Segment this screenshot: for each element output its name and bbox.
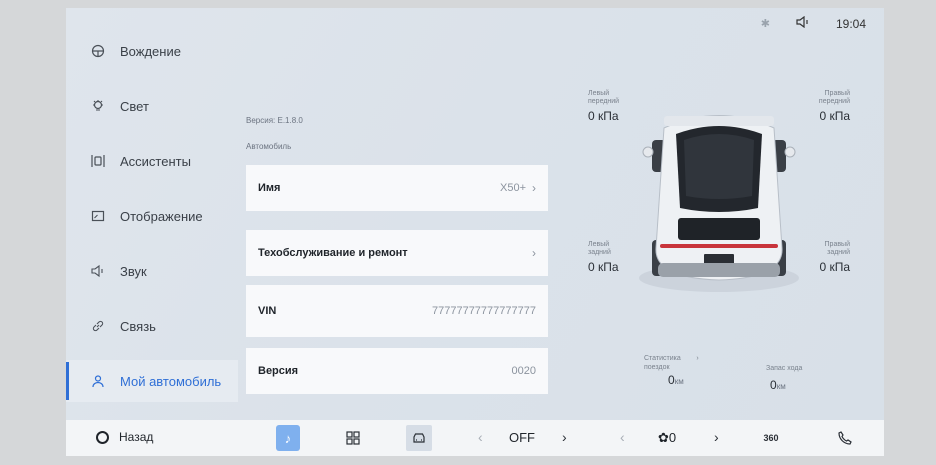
sidebar: Вождение Свет Ассистенты Отображение Зву… [66, 8, 238, 418]
view-360-button[interactable]: 360 [758, 425, 784, 451]
tire-value: 0 кПа [819, 260, 850, 274]
stat-label: поездок [644, 364, 670, 371]
back-button[interactable]: Назад [96, 430, 153, 444]
car-settings-button[interactable] [406, 425, 432, 451]
back-label: Назад [119, 430, 154, 444]
tire-label: задний [827, 249, 850, 256]
sidebar-item-light[interactable]: Свет [66, 85, 238, 127]
light-bulb-icon [90, 98, 106, 114]
tire-rear-left: Левый задний 0 кПа [588, 241, 619, 274]
user-icon [90, 373, 106, 389]
row-value: X50+ [500, 182, 526, 194]
climate-prev-button[interactable]: ‹ [478, 429, 483, 445]
apps-grid-button[interactable] [340, 425, 366, 451]
sidebar-item-label: Вождение [120, 43, 181, 59]
tire-value: 0 кПа [588, 260, 619, 274]
car-image [639, 115, 799, 292]
car-icon [413, 433, 425, 443]
sidebar-item-connection[interactable]: Связь [66, 305, 238, 347]
version-caption: Версия: E.1.8.0 [246, 116, 303, 125]
fan-speed: ✿0 [658, 430, 677, 445]
chevron-right-icon: › [532, 246, 536, 260]
tire-value: 0 кПа [588, 109, 619, 123]
steering-wheel-icon [90, 43, 106, 59]
sidebar-item-label: Ассистенты [120, 153, 191, 169]
tire-rear-right: Правый задний 0 кПа [796, 241, 850, 274]
sidebar-item-sound[interactable]: Звук [66, 250, 238, 292]
range-value: 0км [770, 378, 786, 392]
maintenance-row[interactable]: Техобслуживание и ремонт › [246, 230, 548, 276]
music-note-icon: ♪ [284, 430, 292, 446]
speaker-icon [90, 263, 106, 279]
tire-front-left: Левый передний 0 кПа [588, 90, 619, 123]
sidebar-item-display[interactable]: Отображение [66, 195, 238, 237]
sidebar-item-label: Свет [120, 98, 149, 114]
status-bar: ✱ 19:04 [760, 15, 866, 31]
volume-icon[interactable] [796, 15, 810, 31]
fan-prev-button[interactable]: ‹ [620, 429, 625, 445]
chevron-right-icon: › [532, 181, 536, 195]
tire-front-right: Правый передний 0 кПа [796, 90, 850, 123]
phone-button[interactable] [832, 425, 858, 451]
sidebar-item-label: Отображение [120, 208, 203, 224]
display-icon [90, 208, 106, 224]
link-icon [90, 318, 106, 334]
sidebar-item-label: Связь [120, 318, 156, 334]
tire-label: передний [818, 98, 850, 105]
car-settings-screen: ✱ 19:04 Вождение Свет Ассистенты Отображ… [66, 8, 884, 456]
trip-stats[interactable]: Статистика › поездок 0км [644, 354, 699, 386]
row-title: Имя [258, 182, 281, 194]
trip-value: 0км [668, 373, 684, 387]
tire-label: Правый [824, 241, 850, 248]
assistant-icon [90, 153, 106, 169]
climate-mode: OFF [509, 430, 535, 445]
climate-next-button[interactable]: › [562, 429, 567, 445]
tire-label: Правый [824, 90, 850, 97]
name-row[interactable]: Имя X50+ › [246, 165, 548, 211]
row-value: 77777777777777777 [431, 305, 536, 317]
tire-label: передний [588, 98, 620, 105]
tire-label: Левый [588, 90, 610, 97]
stat-label: Статистика › [644, 355, 699, 362]
vin-row: VIN 77777777777777777 [246, 285, 548, 337]
bluetooth-icon: ✱ [760, 18, 770, 30]
tire-label: задний [588, 249, 611, 256]
tire-value: 0 кПа [819, 109, 850, 123]
music-button[interactable]: ♪ [276, 425, 300, 451]
row-title: Техобслуживание и ремонт [258, 247, 408, 259]
clock: 19:04 [835, 16, 866, 31]
phone-icon [838, 431, 852, 445]
view-360-icon: 360 [763, 433, 779, 443]
sidebar-item-my-car[interactable]: Мой автомобиль [66, 360, 238, 402]
sidebar-item-label: Мой автомобиль [120, 373, 222, 389]
sidebar-item-label: Звук [120, 263, 147, 279]
version-row: Версия 0020 [246, 348, 548, 394]
row-title: VIN [258, 305, 277, 317]
grid-icon [346, 431, 360, 445]
row-value: 0020 [511, 365, 536, 377]
home-ring-icon [96, 430, 109, 444]
row-title: Версия [258, 365, 299, 377]
fan-icon: ✿ [658, 430, 669, 445]
range-stats: Запас хода 0км [766, 364, 802, 391]
stat-label: Запас хода [766, 365, 803, 372]
fan-next-button[interactable]: › [714, 429, 719, 445]
sidebar-item-driving[interactable]: Вождение [66, 30, 238, 72]
sidebar-item-assistants[interactable]: Ассистенты [66, 140, 238, 182]
bottom-dock: Назад ♪ ‹ OFF › ‹ ✿0 › 360 [66, 420, 884, 456]
section-caption: Автомобиль [246, 142, 292, 151]
tire-label: Левый [588, 241, 610, 248]
